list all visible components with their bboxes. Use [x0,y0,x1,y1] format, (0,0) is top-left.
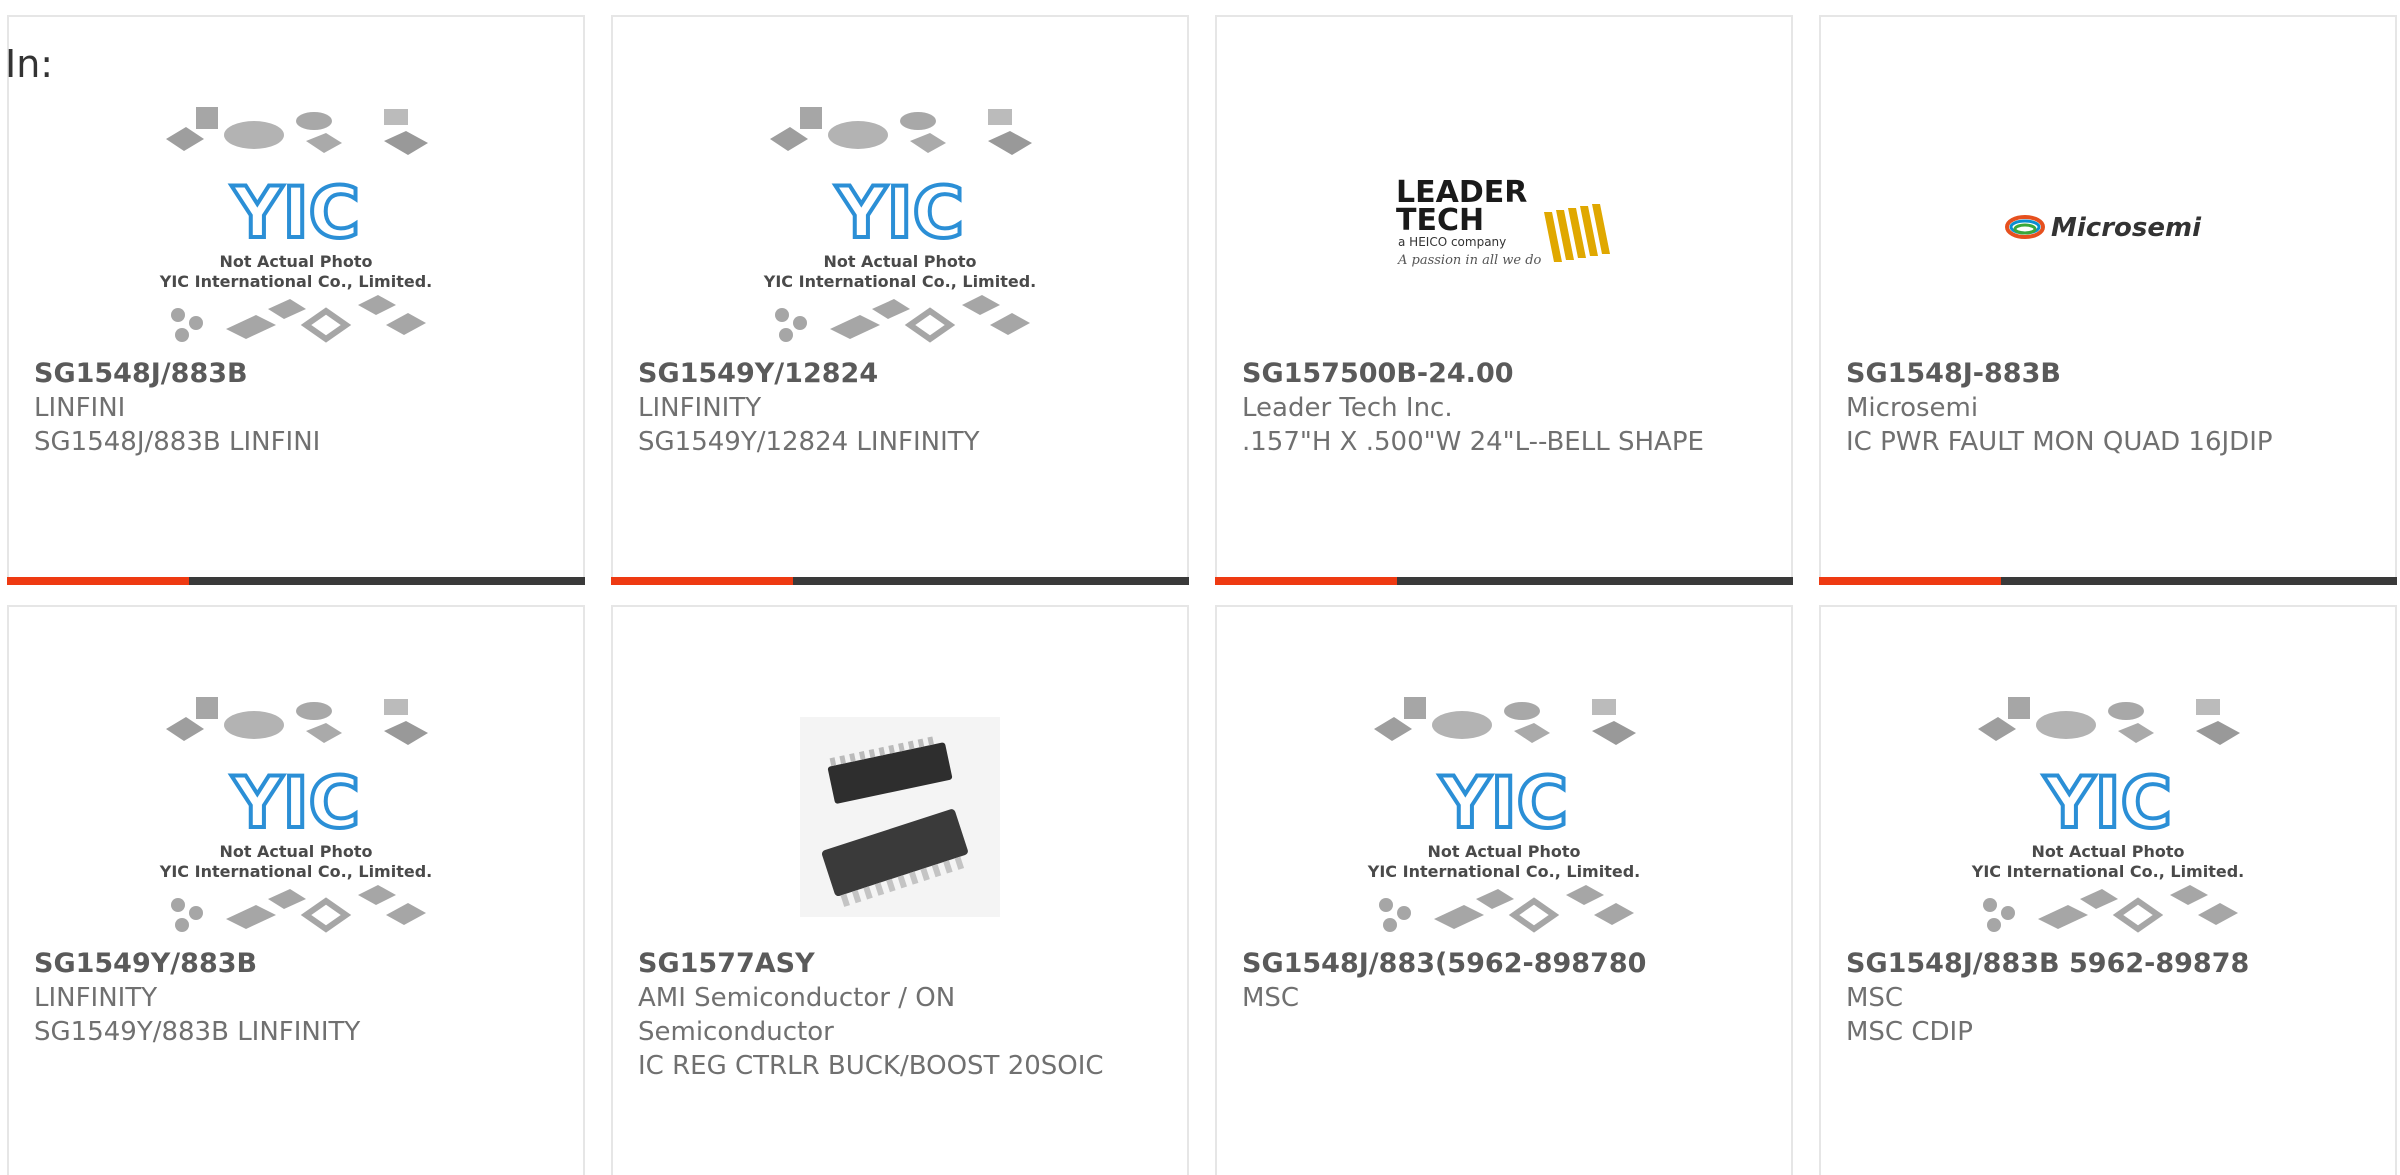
manufacturer: LINFINITY [638,393,762,423]
manufacturer: AMI Semiconductor / ON Semiconductor [638,983,956,1047]
svg-text:YIC International Co., Limited: YIC International Co., Limited. [1971,862,2244,881]
soic-chip-photo[interactable] [613,667,1187,967]
part-number[interactable]: SG1548J/883(5962-898780 [1242,947,1761,981]
leader-tech-logo[interactable]: LEADER TECH a HEICO company A passion in… [1217,77,1791,377]
placeholder-image: YIC Not Actual Photo YIC International C… [1971,697,2244,933]
soic-chip-image [800,717,1000,917]
svg-text:Not Actual Photo: Not Actual Photo [219,252,372,271]
svg-text:YIC International Co., Limited: YIC International Co., Limited. [159,272,432,291]
part-number[interactable]: SG1577ASY [638,947,1157,981]
description: SG1548J/883B LINFINI [34,427,321,457]
svg-text:Microsemi: Microsemi [2051,213,2202,243]
microsemi-logo-image: Microsemi [2005,213,2202,243]
product-info: SG1548J/883(5962-898780 MSC [1242,947,1761,1015]
product-info: SG1549Y/883B LINFINITY SG1549Y/883B LINF… [34,947,553,1049]
product-info: SG1577ASY AMI Semiconductor / ON Semicon… [638,947,1157,1083]
manufacturer: Leader Tech Inc. [1242,393,1453,423]
part-number[interactable]: SG1548J/883B [34,357,553,391]
manufacturer: LINFINI [34,393,126,423]
svg-text:A passion in all we do: A passion in all we do [1397,253,1542,268]
product-card[interactable]: YIC Not Actual Photo YIC International C… [1215,605,1793,1175]
product-image-placeholder[interactable]: YIC Not Actual Photo YIC International C… [9,77,583,377]
svg-text:YIC International Co., Limited: YIC International Co., Limited. [763,272,1036,291]
microsemi-logo[interactable]: Microsemi [1821,77,2395,377]
part-number[interactable]: SG157500B-24.00 [1242,357,1761,391]
manufacturer: MSC [1846,983,1904,1013]
svg-text:Not Actual Photo: Not Actual Photo [823,252,976,271]
product-info: SG1548J/883B 5962-89878 MSC MSC CDIP [1846,947,2365,1049]
description: IC PWR FAULT MON QUAD 16JDIP [1846,427,2273,457]
manufacturer: MSC [1242,983,1300,1013]
svg-text:TECH: TECH [1396,203,1484,238]
product-info: SG1548J/883B LINFINI SG1548J/883B LINFIN… [34,357,553,459]
card-bar [1215,577,1793,585]
product-card[interactable]: SG1577ASY AMI Semiconductor / ON Semicon… [611,605,1189,1175]
description: IC REG CTRLR BUCK/BOOST 20SOIC [638,1051,1104,1081]
product-card[interactable]: LEADER TECH a HEICO company A passion in… [1215,15,1793,585]
manufacturer: LINFINITY [34,983,158,1013]
product-card[interactable]: Microsemi SG1548J-883B Microsemi IC PWR … [1819,15,2397,585]
product-info: SG1549Y/12824 LINFINITY SG1549Y/12824 LI… [638,357,1157,459]
card-bar [7,577,585,585]
manufacturer: Microsemi [1846,393,1979,423]
description: .157"H X .500"W 24"L--BELL SHAPE [1242,427,1704,457]
product-grid: In: YIC Not Actual Photo YIC Internation… [0,0,2400,1175]
yic-logo: YIC [231,762,360,844]
description: SG1549Y/883B LINFINITY [34,1017,361,1047]
card-bar [1819,577,2397,585]
filter-label: In: [5,42,54,86]
description: MSC CDIP [1846,1017,1973,1047]
placeholder-image: YIC Not Actual Photo YIC International C… [159,107,432,343]
yic-logo: YIC [231,172,360,254]
part-number[interactable]: SG1548J/883B 5962-89878 [1846,947,2365,981]
part-number[interactable]: SG1549Y/883B [34,947,553,981]
card-bar [611,577,1189,585]
svg-text:Not Actual Photo: Not Actual Photo [219,842,372,861]
product-image-placeholder[interactable]: YIC Not Actual Photo YIC International C… [1217,667,1791,967]
svg-text:a HEICO company: a HEICO company [1398,235,1506,249]
product-card[interactable]: YIC Not Actual Photo YIC International C… [7,15,585,585]
placeholder-image: YIC Not Actual Photo YIC International C… [159,697,432,933]
svg-text:YIC International Co., Limited: YIC International Co., Limited. [1367,862,1640,881]
svg-text:YIC International Co., Limited: YIC International Co., Limited. [159,862,432,881]
product-card[interactable]: YIC Not Actual Photo YIC International C… [7,605,585,1175]
product-card[interactable]: YIC Not Actual Photo YIC International C… [611,15,1189,585]
leader-tech-logo-image: LEADER TECH a HEICO company A passion in… [1396,175,1610,268]
yic-logo: YIC [2043,762,2172,844]
description: SG1549Y/12824 LINFINITY [638,427,980,457]
svg-text:Not Actual Photo: Not Actual Photo [2031,842,2184,861]
part-number[interactable]: SG1548J-883B [1846,357,2365,391]
product-image-placeholder[interactable]: YIC Not Actual Photo YIC International C… [613,77,1187,377]
product-image-placeholder[interactable]: YIC Not Actual Photo YIC International C… [1821,667,2395,967]
product-image-placeholder[interactable]: YIC Not Actual Photo YIC International C… [9,667,583,967]
product-info: SG157500B-24.00 Leader Tech Inc. .157"H … [1242,357,1761,459]
part-number[interactable]: SG1549Y/12824 [638,357,1157,391]
placeholder-image: YIC Not Actual Photo YIC International C… [763,107,1036,343]
placeholder-image: YIC Not Actual Photo YIC International C… [1367,697,1640,933]
svg-text:Not Actual Photo: Not Actual Photo [1427,842,1580,861]
product-info: SG1548J-883B Microsemi IC PWR FAULT MON … [1846,357,2365,459]
product-card[interactable]: YIC Not Actual Photo YIC International C… [1819,605,2397,1175]
yic-logo: YIC [835,172,964,254]
yic-logo: YIC [1439,762,1568,844]
